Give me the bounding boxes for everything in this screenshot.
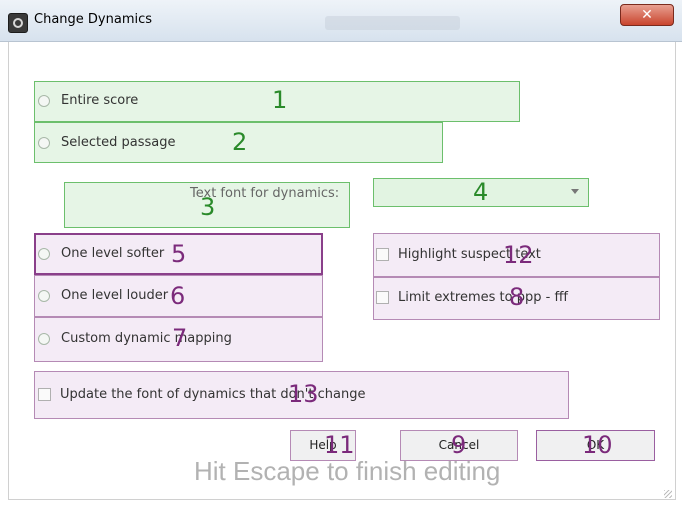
marker-6: 6 bbox=[170, 282, 186, 310]
marker-4: 4 bbox=[473, 178, 489, 206]
limit-checkbox[interactable] bbox=[376, 291, 389, 304]
background-window-ghost bbox=[325, 16, 460, 30]
marker-9: 9 bbox=[451, 431, 467, 459]
softer-radio[interactable] bbox=[38, 248, 50, 260]
update-font-checkbox[interactable] bbox=[38, 388, 51, 401]
selected-passage-label: Selected passage bbox=[61, 135, 176, 150]
marker-12: 12 bbox=[503, 241, 534, 269]
marker-5: 5 bbox=[171, 240, 187, 268]
escape-hint: Hit Escape to finish editing bbox=[194, 456, 501, 486]
chevron-down-icon bbox=[571, 189, 579, 194]
highlight-checkbox[interactable] bbox=[376, 248, 389, 261]
marker-1: 1 bbox=[272, 86, 288, 114]
entire-score-label: Entire score bbox=[61, 93, 139, 108]
louder-label: One level louder bbox=[61, 288, 169, 303]
entire-score-radio[interactable] bbox=[38, 95, 50, 107]
softer-label: One level softer bbox=[61, 246, 165, 261]
limit-label: Limit extremes to ppp - fff bbox=[398, 290, 568, 305]
marker-11: 11 bbox=[324, 431, 355, 459]
close-button[interactable]: ✕ bbox=[620, 4, 674, 26]
selected-passage-radio[interactable] bbox=[38, 137, 50, 149]
marker-8: 8 bbox=[509, 283, 525, 311]
marker-3: 3 bbox=[200, 193, 216, 221]
custom-mapping-label: Custom dynamic mapping bbox=[61, 331, 232, 346]
window-title: Change Dynamics bbox=[34, 12, 153, 27]
marker-7: 7 bbox=[172, 324, 188, 352]
resize-grip-icon[interactable] bbox=[664, 490, 672, 498]
app-icon bbox=[8, 13, 28, 33]
update-font-label: Update the font of dynamics that don't c… bbox=[60, 387, 366, 402]
marker-10: 10 bbox=[582, 431, 613, 459]
marker-2: 2 bbox=[232, 128, 248, 156]
marker-13: 13 bbox=[288, 380, 319, 408]
custom-mapping-radio[interactable] bbox=[38, 333, 50, 345]
louder-radio[interactable] bbox=[38, 290, 50, 302]
